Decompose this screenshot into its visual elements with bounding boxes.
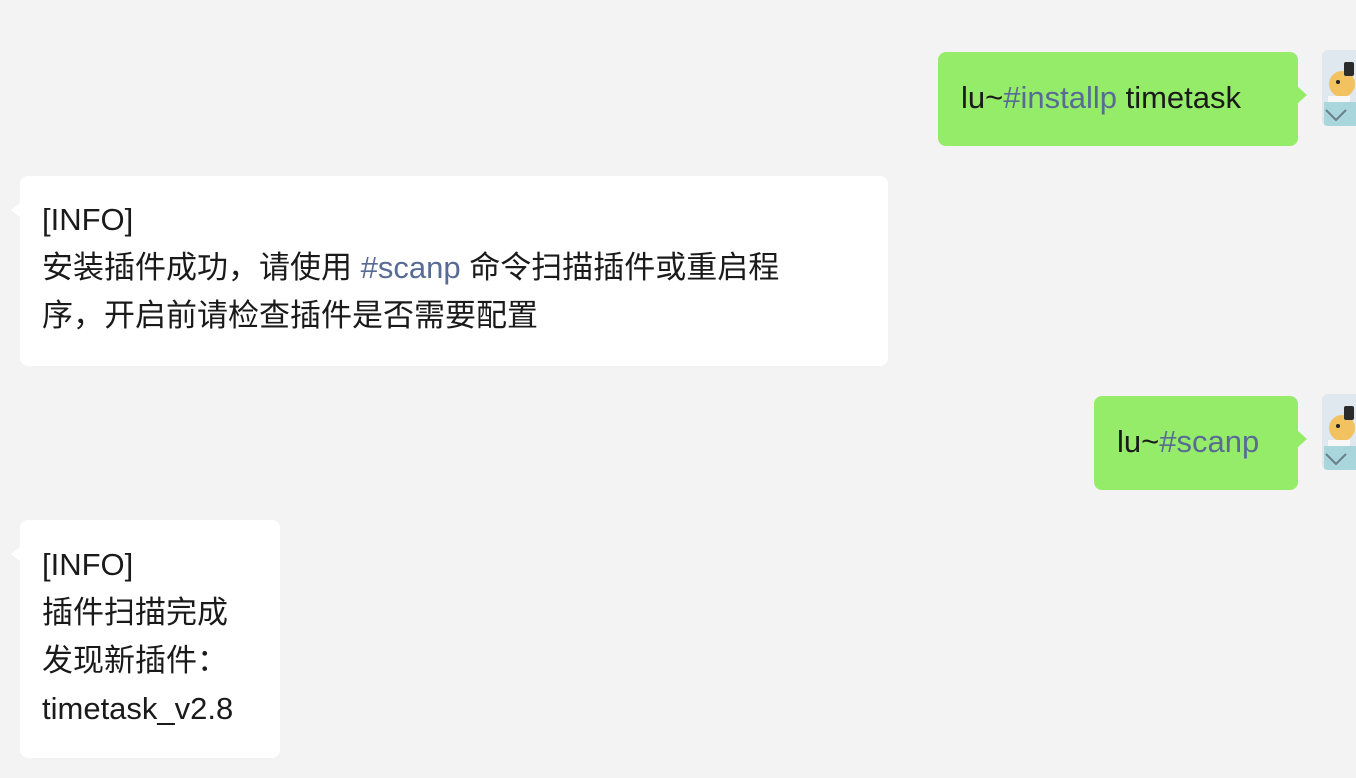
avatar-illustration-icon <box>1322 394 1356 470</box>
message-line: 安装插件成功，请使用 #scanp 命令扫描插件或重启程 <box>42 244 866 292</box>
message-line-info: [INFO] <box>42 547 134 582</box>
incoming-message-bubble[interactable]: [INFO] 安装插件成功，请使用 #scanp 命令扫描插件或重启程 序，开启… <box>11 176 888 366</box>
command-hashtag[interactable]: #scanp <box>1159 424 1259 459</box>
plugin-version-text: timetask_v2.8 <box>42 691 234 726</box>
command-hashtag[interactable]: #scanp <box>361 250 461 285</box>
message-line: 插件扫描完成 <box>42 595 228 630</box>
incoming-message-bubble[interactable]: [INFO] 插件扫描完成 发现新插件： timetask_v2.8 <box>11 520 280 758</box>
message-command-argument: timetask <box>1116 80 1242 115</box>
command-hashtag[interactable]: #installp <box>1003 80 1117 115</box>
user-avatar[interactable] <box>1322 394 1356 470</box>
outgoing-message-bubble[interactable]: lu~#scanp <box>1094 396 1307 490</box>
message-sender-prefix: lu~ <box>961 80 1004 115</box>
user-avatar[interactable] <box>1322 50 1356 126</box>
chat-message-list[interactable]: lu~#installp timetask [INFO] 安装插件成功，请使用 … <box>0 0 1356 778</box>
message-line-info: [INFO] <box>42 202 134 237</box>
outgoing-message-bubble[interactable]: lu~#installp timetask <box>938 52 1307 146</box>
message-text: 安装插件成功，请使用 <box>42 250 361 285</box>
message-line: 序，开启前请检查插件是否需要配置 <box>42 298 538 333</box>
message-text: 命令扫描插件或重启程 <box>460 250 780 285</box>
message-line: 发现新插件： <box>42 643 228 678</box>
avatar-illustration-icon <box>1322 50 1356 126</box>
message-sender-prefix: lu~ <box>1117 424 1160 459</box>
